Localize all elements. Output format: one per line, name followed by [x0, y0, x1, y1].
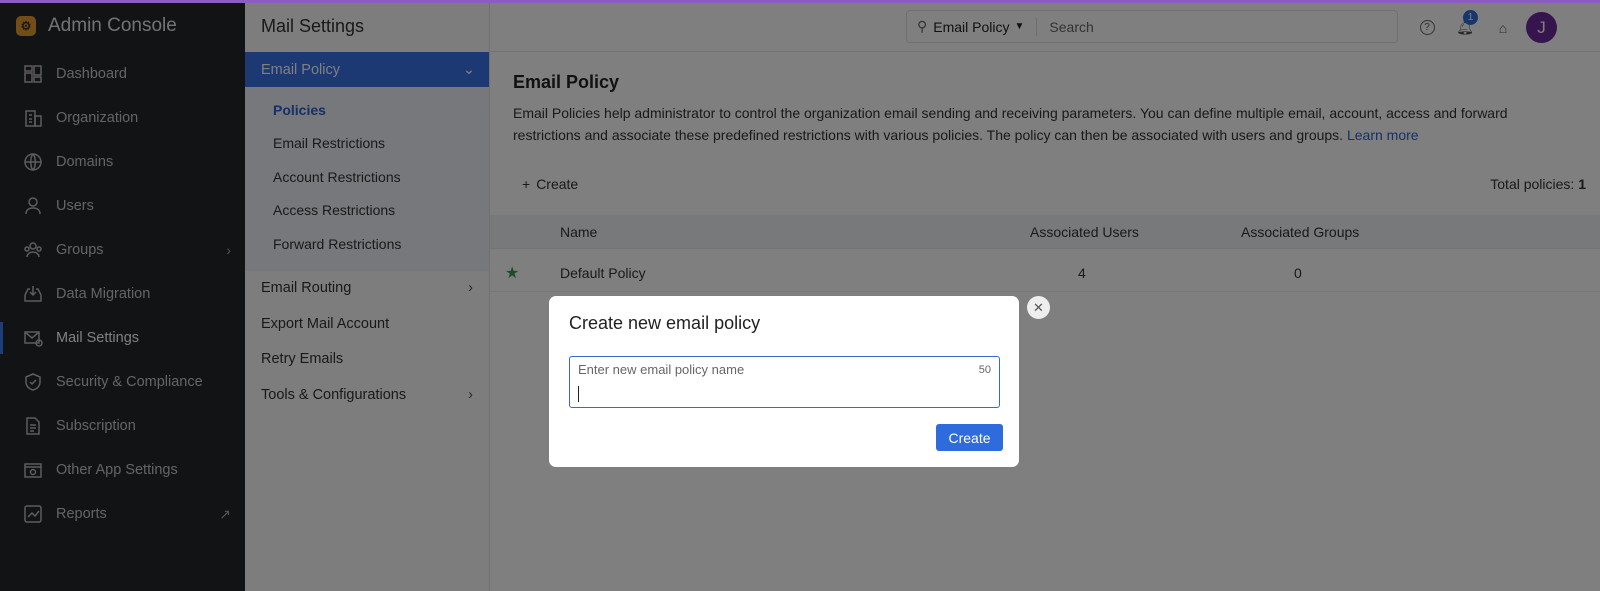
top-accent-bar: [0, 0, 1600, 3]
text-caret: [578, 386, 579, 402]
policy-name-field[interactable]: Enter new email policy name 50: [569, 356, 1000, 408]
create-policy-dialog: Create new email policy Enter new email …: [549, 296, 1019, 467]
char-limit-counter: 50: [978, 364, 991, 376]
policy-name-input[interactable]: [578, 384, 978, 404]
close-dialog-icon[interactable]: ✕: [1027, 296, 1050, 319]
dialog-title: Create new email policy: [569, 313, 761, 333]
create-button[interactable]: Create: [936, 424, 1003, 451]
policy-name-label: Enter new email policy name: [578, 362, 745, 377]
